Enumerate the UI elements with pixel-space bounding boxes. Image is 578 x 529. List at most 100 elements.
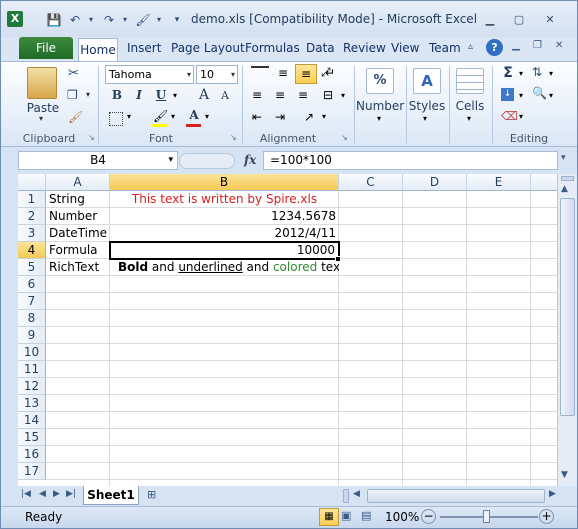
number-format-icon[interactable]: %	[366, 68, 394, 94]
fx-icon[interactable]: fx	[244, 153, 256, 167]
fill-dropdown-icon[interactable]: ▾	[151, 12, 167, 28]
copy-dropdown-icon[interactable]: ▾	[86, 90, 90, 99]
formula-bar-splitter[interactable]	[179, 153, 235, 169]
borders-dropdown-icon[interactable]: ▾	[127, 112, 131, 121]
merge-dropdown-icon[interactable]: ▾	[341, 91, 345, 100]
styles-icon[interactable]: A	[413, 68, 441, 94]
tab-insert[interactable]: Insert	[127, 37, 161, 61]
tab-file[interactable]: File	[19, 37, 73, 59]
column-header-e[interactable]: E	[467, 174, 531, 191]
tab-team[interactable]: Team	[429, 37, 461, 61]
alignment-launcher-icon[interactable]: ↘	[341, 133, 348, 142]
format-painter-icon[interactable]: 🖌	[68, 110, 83, 124]
maximize-button[interactable]: ▢	[506, 11, 532, 29]
text-direction-dropdown-icon[interactable]: ▾	[322, 112, 326, 121]
decrease-indent-icon[interactable]: ⇤	[252, 110, 262, 124]
fill-icon[interactable]: 🖌	[135, 12, 151, 28]
redo-dropdown-icon[interactable]: ▾	[117, 12, 133, 28]
workbook-close-icon[interactable]: ✕	[555, 40, 563, 51]
styles-dropdown-icon[interactable]: ▾	[423, 114, 427, 123]
bold-button[interactable]: B	[109, 88, 125, 102]
formula-input[interactable]: =100*100	[263, 151, 558, 170]
row-header[interactable]: 15	[18, 429, 46, 446]
cell-a2[interactable]: Number	[46, 208, 110, 225]
scroll-right-icon[interactable]: ▶	[549, 489, 556, 499]
zoom-out-icon[interactable]: −	[421, 509, 436, 524]
hscroll-split[interactable]	[343, 489, 349, 503]
tab-review[interactable]: Review	[343, 37, 386, 61]
number-button-label[interactable]: Number	[356, 99, 404, 113]
undo-dropdown-icon[interactable]: ▾	[83, 12, 99, 28]
find-select-icon[interactable]: 🔍	[532, 86, 547, 100]
align-top-icon[interactable]	[251, 66, 269, 80]
page-layout-view-icon[interactable]: ▣	[341, 509, 351, 522]
select-all-corner[interactable]	[18, 174, 46, 191]
expand-formula-bar-icon[interactable]: ▾	[561, 153, 566, 163]
chevron-down-icon[interactable]: ▾	[168, 152, 173, 169]
grow-font-button[interactable]: A	[197, 87, 211, 103]
copy-icon[interactable]: ❐	[67, 88, 78, 102]
split-box[interactable]	[561, 176, 574, 181]
row-header[interactable]: 12	[18, 378, 46, 395]
minimize-ribbon-icon[interactable]: ▵	[468, 41, 473, 52]
scroll-up-icon[interactable]: ▲	[561, 184, 568, 194]
normal-view-icon[interactable]: ▦	[319, 508, 339, 526]
zoom-slider-thumb[interactable]	[483, 510, 490, 523]
row-header[interactable]: 1	[18, 191, 46, 208]
clear-icon[interactable]: ⌫	[501, 109, 518, 123]
fill-down-icon[interactable]: ↓	[501, 88, 514, 101]
cell-b1[interactable]: This text is written by Spire.xls	[110, 191, 339, 208]
cells-dropdown-icon[interactable]: ▾	[467, 114, 471, 123]
workbook-restore-icon[interactable]: ❐	[533, 40, 542, 51]
next-sheet-icon[interactable]: ▶	[53, 489, 60, 499]
row-header[interactable]: 5	[18, 259, 46, 276]
tab-data[interactable]: Data	[306, 37, 335, 61]
font-size-combo[interactable]: 10 ▾	[196, 65, 238, 84]
align-right-icon[interactable]: ≡	[298, 88, 308, 102]
sheet-tab-sheet1[interactable]: Sheet1	[83, 486, 139, 505]
merge-center-icon[interactable]: ⊟	[323, 88, 333, 102]
row-header[interactable]: 14	[18, 412, 46, 429]
sort-dropdown-icon[interactable]: ▾	[549, 69, 553, 78]
insert-sheet-icon[interactable]: ⊞	[147, 488, 156, 501]
cells-button-label[interactable]: Cells	[451, 99, 489, 113]
scroll-left-icon[interactable]: ◀	[353, 489, 360, 499]
scroll-thumb[interactable]	[560, 198, 575, 416]
clear-dropdown-icon[interactable]: ▾	[519, 112, 523, 121]
cut-icon[interactable]: ✂	[68, 66, 79, 81]
cell-b5-richtext[interactable]: Bold and underlined and colored text	[110, 259, 339, 276]
find-dropdown-icon[interactable]: ▾	[549, 91, 553, 100]
first-sheet-icon[interactable]: |◀	[21, 489, 31, 499]
align-center-icon[interactable]: ≡	[275, 88, 285, 102]
row-header[interactable]: 10	[18, 344, 46, 361]
cell-a5[interactable]: RichText	[46, 259, 110, 276]
cells-icon[interactable]	[456, 68, 484, 94]
font-color-button[interactable]: A	[187, 108, 201, 122]
paste-icon[interactable]	[27, 67, 57, 99]
page-break-view-icon[interactable]: ▤	[361, 509, 371, 522]
last-sheet-icon[interactable]: ▶|	[66, 489, 76, 499]
underline-button[interactable]: U	[153, 88, 169, 102]
row-header[interactable]: 4	[18, 242, 46, 259]
row-header[interactable]: 13	[18, 395, 46, 412]
paste-dropdown-icon[interactable]: ▾	[39, 114, 43, 123]
font-name-combo[interactable]: Tahoma ▾	[105, 65, 194, 84]
increase-indent-icon[interactable]: ⇥	[275, 110, 285, 124]
cell-a1[interactable]: String	[46, 191, 110, 208]
zoom-level[interactable]: 100%	[385, 510, 419, 524]
undo-icon[interactable]: ↶	[67, 12, 83, 28]
cell-b4-selected[interactable]: 10000	[109, 241, 340, 260]
fill-color-icon[interactable]: 🖌	[153, 109, 168, 123]
wrap-text-icon[interactable]: ↵	[325, 66, 335, 80]
row-header[interactable]: 2	[18, 208, 46, 225]
cell-b2[interactable]: 1234.5678	[110, 208, 339, 225]
column-header-c[interactable]: C	[339, 174, 403, 191]
save-icon[interactable]: 💾	[46, 12, 62, 28]
row-header[interactable]: 11	[18, 361, 46, 378]
paste-button-label[interactable]: Paste	[23, 101, 63, 115]
row-header[interactable]: 8	[18, 310, 46, 327]
align-left-icon[interactable]: ≡	[252, 88, 262, 102]
scroll-down-icon[interactable]: ▼	[561, 470, 568, 480]
font-color-dropdown-icon[interactable]: ▾	[205, 112, 209, 121]
autosum-icon[interactable]: Σ	[501, 65, 515, 81]
